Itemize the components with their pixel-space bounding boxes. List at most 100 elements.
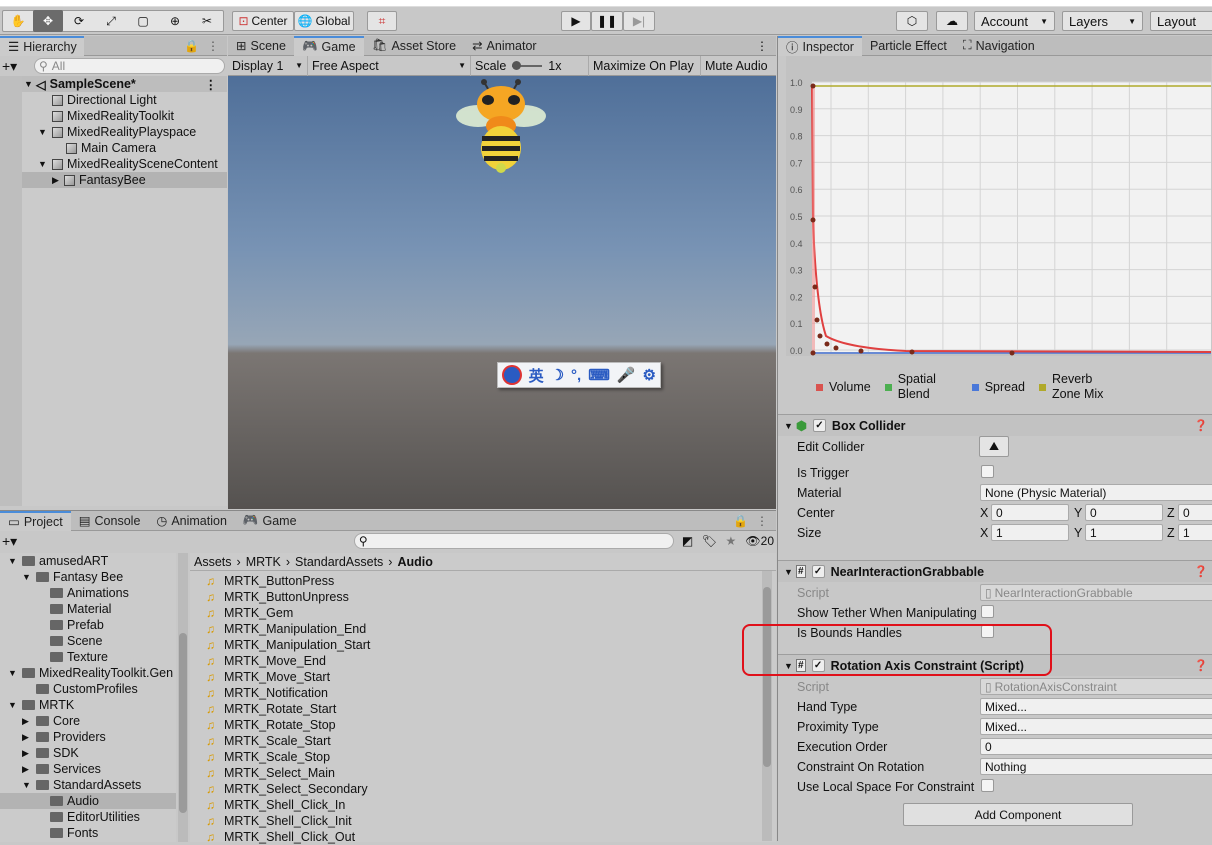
project-search-input[interactable]: ⚲ xyxy=(353,533,674,549)
tree-scrollbar[interactable] xyxy=(178,553,188,842)
audio-curve-graph[interactable]: 1.00.90.80.70.60.50.40.30.20.10.05010015… xyxy=(786,56,1211,356)
play-button[interactable]: ▶ xyxy=(561,11,591,31)
global-space-button[interactable]: 🌐 Global xyxy=(294,11,354,31)
custom-tool-icon[interactable]: ✂ xyxy=(191,11,223,31)
folder-tree-item[interactable]: ▶ Providers xyxy=(0,729,176,745)
file-list-item[interactable]: ♫ MRTK_Select_Main xyxy=(206,765,776,781)
mute-audio-toggle[interactable]: Mute Audio xyxy=(701,56,772,76)
rect-tool-icon[interactable]: ▢ xyxy=(127,11,159,31)
size-z-field[interactable]: 1 xyxy=(1178,524,1212,541)
pause-button[interactable]: ❚❚ xyxy=(591,11,623,31)
hierarchy-item-scene-content[interactable]: ▼ MixedRealitySceneContent xyxy=(0,156,227,172)
tab-scene[interactable]: ⊞ Scene xyxy=(228,36,294,56)
hierarchy-item-fantasybee[interactable]: ▶ FantasyBee xyxy=(0,172,227,188)
tab-animator[interactable]: ⇄ Animator xyxy=(464,36,545,56)
layers-dropdown[interactable]: Layers ▼ xyxy=(1062,11,1143,31)
legend-item[interactable]: Spread xyxy=(971,380,1025,395)
account-dropdown[interactable]: Account ▼ xyxy=(974,11,1055,31)
file-list-item[interactable]: ♫ MRTK_Manipulation_Start xyxy=(206,637,776,653)
tab-project[interactable]: ▭ Project xyxy=(0,510,71,531)
gear-icon[interactable]: ⚙ xyxy=(643,366,656,384)
help-icon[interactable]: ❓ xyxy=(1194,659,1208,672)
hierarchy-search-input[interactable]: ⚲ All xyxy=(34,58,225,74)
moon-icon[interactable]: ☽ xyxy=(551,366,564,384)
folder-tree-item[interactable]: Material xyxy=(0,601,176,617)
box-collider-enabled-checkbox[interactable]: ✓ xyxy=(812,419,826,432)
tab-particle-effect[interactable]: Particle Effect xyxy=(862,36,955,56)
collapse-arrow-icon[interactable]: ▼ xyxy=(22,572,36,582)
tab-asset-store[interactable]: 🛍 Asset Store xyxy=(364,36,465,56)
lock-icon[interactable]: 🔒 xyxy=(733,514,748,528)
scale-tool-icon[interactable]: ⤢ xyxy=(95,11,127,31)
file-list-item[interactable]: ♫ MRTK_Shell_Click_Out xyxy=(206,829,776,845)
add-component-button[interactable]: Add Component xyxy=(903,803,1133,826)
file-list-item[interactable]: ♫ MRTK_ButtonUnpress xyxy=(206,589,776,605)
tab-game-2[interactable]: 🎮 Game xyxy=(235,511,305,531)
ime-mode[interactable]: 英 xyxy=(529,365,544,386)
tab-navigation[interactable]: ⛶ Navigation xyxy=(955,36,1043,56)
proximity-type-dropdown[interactable]: Mixed... xyxy=(980,718,1212,735)
legend-item[interactable]: Volume xyxy=(816,380,871,395)
legend-item[interactable]: Reverb Zone Mix xyxy=(1039,372,1112,402)
maximize-on-play-toggle[interactable]: Maximize On Play xyxy=(589,55,701,76)
punctuation-icon[interactable]: °, xyxy=(571,367,581,384)
rotate-tool-icon[interactable]: ⟳ xyxy=(63,11,95,31)
scene-row[interactable]: ▼ ◁ SampleScene* ⋮ xyxy=(0,76,227,92)
center-pivot-button[interactable]: ⊡ Center xyxy=(232,11,294,31)
hierarchy-item-directional-light[interactable]: Directional Light xyxy=(0,92,227,108)
folder-tree-item[interactable]: ▼ MixedRealityToolkit.Gen xyxy=(0,665,176,681)
file-list-item[interactable]: ♫ MRTK_Scale_Start xyxy=(206,733,776,749)
tab-console[interactable]: ▤ Console xyxy=(71,511,149,531)
size-y-field[interactable]: 1 xyxy=(1085,524,1163,541)
edit-collider-button[interactable]: ⛰ xyxy=(979,436,1009,457)
keyboard-icon[interactable]: ⌨ xyxy=(588,366,610,384)
hierarchy-item-mrtk[interactable]: MixedRealityToolkit xyxy=(0,108,227,124)
move-tool-icon[interactable]: ✥ xyxy=(33,10,63,32)
file-list-item[interactable]: ♫ MRTK_ButtonPress xyxy=(206,573,776,589)
snap-button[interactable]: ⌗ xyxy=(367,11,397,31)
filter-type-icon[interactable]: ◩ xyxy=(682,534,702,548)
step-button[interactable]: ▶| xyxy=(623,11,655,31)
grabbable-header[interactable]: ▼ # ✓ NearInteractionGrabbable ❓ xyxy=(778,560,1212,582)
use-local-space-checkbox[interactable] xyxy=(981,779,994,792)
file-list-item[interactable]: ♫ MRTK_Shell_Click_Init xyxy=(206,813,776,829)
file-list-item[interactable]: ♫ MRTK_Select_Secondary xyxy=(206,781,776,797)
folder-tree-item[interactable]: ▼ amusedART xyxy=(0,553,176,569)
folder-tree-item[interactable]: Fonts xyxy=(0,825,176,841)
collapse-arrow-icon[interactable]: ▼ xyxy=(8,700,22,710)
legend-item[interactable]: Spatial Blend xyxy=(884,372,958,402)
constraint-on-rotation-dropdown[interactable]: Nothing xyxy=(980,758,1212,775)
cloud-button[interactable]: ☁ xyxy=(936,11,968,31)
folder-tree-item[interactable]: ▶ Services xyxy=(0,761,176,777)
files-scrollbar[interactable] xyxy=(762,571,772,841)
center-y-field[interactable]: 0 xyxy=(1085,504,1163,521)
transform-tool-icon[interactable]: ⊕ xyxy=(159,11,191,31)
size-x-field[interactable]: 1 xyxy=(991,524,1069,541)
layout-dropdown[interactable]: Layout xyxy=(1150,11,1212,31)
file-list-item[interactable]: ♫ MRTK_Move_Start xyxy=(206,669,776,685)
collab-button[interactable]: ⬡ xyxy=(896,11,928,31)
breadcrumb-item[interactable]: MRTK xyxy=(246,555,281,569)
file-list-item[interactable]: ♫ MRTK_Rotate_Start xyxy=(206,701,776,717)
file-list-item[interactable]: ♫ MRTK_Scale_Stop xyxy=(206,749,776,765)
folder-tree-item[interactable]: Texture xyxy=(0,649,176,665)
ime-toolbar[interactable]: 英 ☽ °, ⌨ 🎤 ⚙ xyxy=(497,362,661,388)
folder-tree-item[interactable]: CustomProfiles xyxy=(0,681,176,697)
center-z-field[interactable]: 0 xyxy=(1178,504,1212,521)
box-collider-header[interactable]: ▼ ⬢ ✓ Box Collider ❓ xyxy=(778,414,1212,436)
tab-animation[interactable]: ◷ Animation xyxy=(148,511,235,531)
execution-order-field[interactable]: 0 xyxy=(980,738,1212,755)
kebab-menu-icon[interactable]: ⋮ xyxy=(756,39,768,53)
file-list-item[interactable]: ♫ MRTK_Notification xyxy=(206,685,776,701)
collapse-arrow-icon[interactable]: ▼ xyxy=(22,780,36,790)
hierarchy-item-main-camera[interactable]: Main Camera xyxy=(0,140,227,156)
label-icon[interactable]: 🏷 xyxy=(702,534,726,548)
hidden-eye-icon[interactable]: 👁 xyxy=(745,534,760,548)
add-icon[interactable]: +▾ xyxy=(2,58,22,75)
folder-tree-item[interactable]: ▼ MRTK xyxy=(0,697,176,713)
file-list-item[interactable]: ♫ MRTK_Shell_Click_In xyxy=(206,797,776,813)
file-list-item[interactable]: ♫ MRTK_Manipulation_End xyxy=(206,621,776,637)
breadcrumb-item[interactable]: StandardAssets xyxy=(295,555,383,569)
expand-arrow-icon[interactable]: ▶ xyxy=(22,732,36,743)
collapse-arrow-icon[interactable]: ▼ xyxy=(8,556,22,566)
